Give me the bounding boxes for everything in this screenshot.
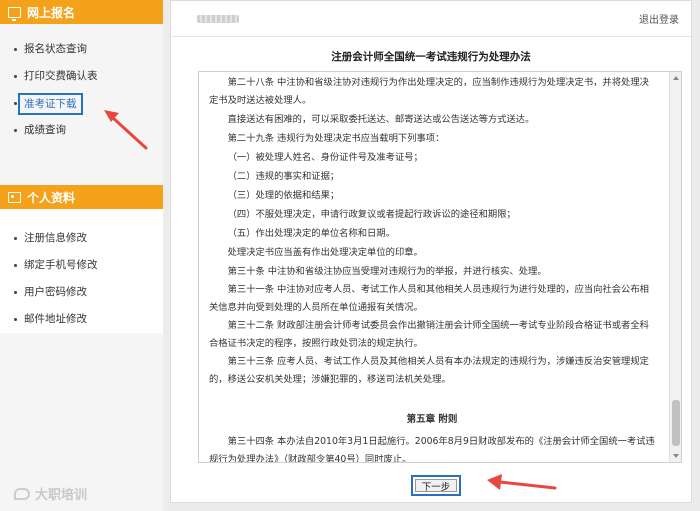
bullet-icon [14,291,17,294]
sidebar-item-score-query[interactable]: 成绩查询 [0,117,163,144]
bullet-icon [14,318,17,321]
sidebar-item-label: 打印交费确认表 [24,70,98,82]
doc-paragraph: （四）不服处理决定，申请行政复议或者提起行政诉讼的途径和期限； [227,209,516,220]
doc-paragraph: （一）被处理人姓名、身份证件号及准考证号； [227,152,423,163]
sidebar-menu-profile: 注册信息修改 绑定手机号修改 用户密码修改 邮件地址修改 [0,209,163,333]
sidebar-section-title: 网上报名 [27,5,76,20]
sidebar-item-label: 准考证下载 [18,92,83,115]
document-content: 第二十八条 中注协和省级注协对违规行为作出处理决定的，应当制作违规行为处理决定书… [199,72,669,463]
vertical-scrollbar[interactable] [669,72,681,462]
sidebar-item-label: 成绩查询 [24,124,66,136]
sidebar-item-label: 用户密码修改 [24,286,87,298]
sidebar-item-edit-registration[interactable]: 注册信息修改 [0,225,163,252]
bullet-icon [14,264,17,267]
watermark: 大职培训 [14,484,87,503]
scrollbar-thumb[interactable] [672,400,680,446]
doc-paragraph: 第三十四条 本办法自2010年3月1日起施行。2006年8月9日财政部发布的《注… [209,436,655,463]
top-bar: 退出登录 [171,1,691,37]
sidebar-item-print-payment[interactable]: 打印交费确认表 [0,63,163,90]
chapter-heading: 第五章 附则 [406,414,458,425]
sidebar-item-edit-phone[interactable]: 绑定手机号修改 [0,252,163,279]
doc-paragraph: 第三十二条 财政部注册会计师考试委员会作出撤销注册会计师全国统一考试专业阶段合格… [209,320,649,349]
sidebar-section-header-registration: 网上报名 [0,0,163,24]
watermark-text: 大职培训 [35,488,88,503]
sidebar-item-label: 报名状态查询 [24,43,87,55]
next-button-highlight: 下一步 [411,475,461,496]
doc-paragraph: 第三十三条 应考人员、考试工作人员及其他相关人员有本办法规定的违规行为，涉嫌违反… [209,356,649,385]
blurred-username [197,14,239,23]
scroll-up-arrow-icon[interactable] [670,72,681,84]
doc-paragraph: 第二十九条 违规行为处理决定书应当载明下列事项： [227,133,445,144]
document-title: 注册会计师全国统一考试违规行为处理办法 [331,51,531,63]
page: 网上报名 报名状态查询 打印交费确认表 准考证下载 成绩查询 个人资料 注册信息… [0,0,700,511]
doc-paragraph: 处理决定书应当盖有作出处理决定单位的印章。 [227,247,423,258]
sidebar-section-header-profile: 个人资料 [0,185,163,209]
sidebar-section-profile: 个人资料 注册信息修改 绑定手机号修改 用户密码修改 邮件地址修改 [0,185,163,333]
bullet-icon [14,75,17,78]
sidebar-item-admission-ticket-download[interactable]: 准考证下载 [0,90,163,117]
bullet-icon [14,102,17,105]
doc-paragraph: 第三十条 中注协和省级注协应当受理对违规行为的举报，并进行核实、处理。 [227,266,547,277]
sidebar-section-title: 个人资料 [27,190,76,205]
bullet-icon [14,237,17,240]
scroll-down-arrow-icon[interactable] [670,450,681,462]
main-panel: 退出登录 注册会计师全国统一考试违规行为处理办法 第二十八条 中注协和省级注协对… [170,0,692,503]
sidebar-item-label: 绑定手机号修改 [24,259,98,271]
document-scroll-box[interactable]: 第二十八条 中注协和省级注协对违规行为作出处理决定的，应当制作违规行为处理决定书… [198,71,682,463]
doc-paragraph: 直接送达有困难的，可以采取委托送达、邮寄送达或公告送达等方式送达。 [227,114,535,125]
doc-paragraph: 第三十一条 中注协对应考人员、考试工作人员和其他相关人员违规行为进行处理的，应当… [209,284,649,313]
sidebar-item-status-query[interactable]: 报名状态查询 [0,36,163,63]
monitor-icon [8,6,21,21]
sidebar-item-label: 注册信息修改 [24,232,87,244]
sidebar-item-edit-email[interactable]: 邮件地址修改 [0,306,163,333]
doc-paragraph: 第二十八条 中注协和省级注协对违规行为作出处理决定的，应当制作违规行为处理决定书… [209,77,649,106]
doc-paragraph: （五）作出处理决定的单位名称和日期。 [227,228,395,239]
sidebar: 网上报名 报名状态查询 打印交费确认表 准考证下载 成绩查询 个人资料 注册信息… [0,0,163,511]
chat-bubble-icon [14,487,30,500]
id-card-icon [8,191,21,203]
sidebar-item-label: 邮件地址修改 [24,313,87,325]
doc-paragraph: （二）违规的事实和证据； [227,171,340,182]
next-step-button[interactable]: 下一步 [415,479,457,493]
bullet-icon [14,129,17,132]
logout-link[interactable]: 退出登录 [639,11,679,26]
sidebar-menu-registration: 报名状态查询 打印交费确认表 准考证下载 成绩查询 [0,24,163,148]
doc-paragraph: （三）处理的依据和结果； [227,190,340,201]
bullet-icon [14,48,17,51]
sidebar-item-edit-password[interactable]: 用户密码修改 [0,279,163,306]
